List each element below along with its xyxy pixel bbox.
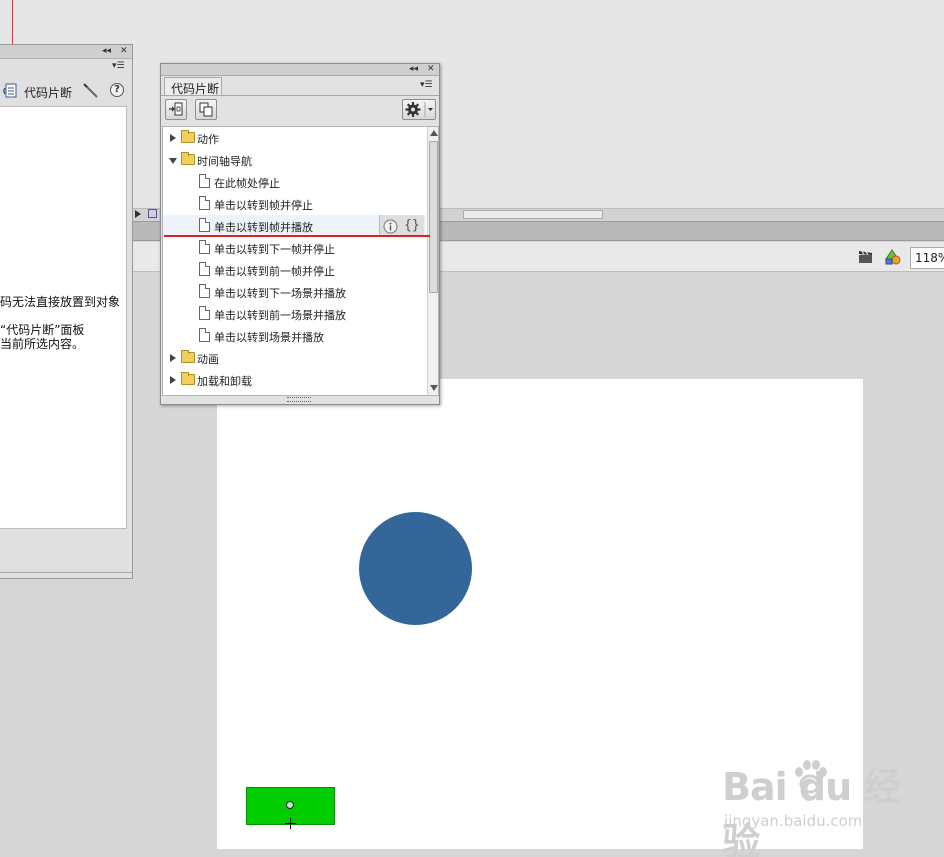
tree-item[interactable]: 单击以转到帧并停止	[163, 193, 426, 215]
snippet-label: 单击以转到下一场景并播放	[214, 287, 346, 300]
add-to-actions-icon	[169, 102, 183, 116]
tree-folder-timeline-nav[interactable]: 时间轴导航	[163, 149, 426, 171]
snippet-label: 单击以转到帧并停止	[214, 199, 313, 212]
paw-icon	[795, 760, 827, 794]
snippet-label: 单击以转到下一帧并停止	[214, 243, 335, 256]
braces-icon[interactable]: {}	[404, 218, 423, 235]
folder-icon	[181, 350, 195, 363]
snippet-doc-icon	[199, 306, 210, 320]
snippet-label: 单击以转到前一帧并停止	[214, 265, 335, 278]
snippet-doc-icon	[199, 240, 210, 254]
snippet-doc-icon	[199, 284, 210, 298]
snippet-doc-icon	[199, 218, 210, 232]
help-icon[interactable]: ?	[110, 83, 124, 97]
tree-item[interactable]: 在此帧处停止	[163, 171, 426, 193]
wand-icon[interactable]	[83, 83, 99, 99]
snippet-label: 单击以转到场景并播放	[214, 331, 324, 344]
collapse-arrow-icon[interactable]	[169, 158, 177, 164]
snippet-label: 单击以转到前一场景并播放	[214, 309, 346, 322]
actions-script-area[interactable]: 码无法直接放置到对象 “代码片断”面板 当前所选内容。	[0, 106, 127, 529]
snippet-label: 在此帧处停止	[214, 177, 280, 190]
folder-label: 动画	[197, 353, 219, 366]
copy-to-clipboard-button[interactable]	[195, 99, 217, 120]
timeline-scroll-thumb[interactable]	[463, 210, 603, 219]
resize-grip[interactable]	[287, 397, 311, 402]
panel-header[interactable]: ◂◂ ✕	[0, 45, 132, 59]
snippet-label: 单击以转到帧并播放	[214, 221, 313, 234]
scroll-up-arrow-icon[interactable]	[430, 130, 438, 136]
registration-point	[286, 801, 294, 809]
tree-item[interactable]: 单击以转到前一帧并停止	[163, 259, 426, 281]
tree-item[interactable]: 单击以转到场景并播放	[163, 325, 426, 347]
info-icon[interactable]	[383, 219, 398, 234]
timeline-area	[0, 0, 944, 220]
tree-item[interactable]: 单击以转到下一场景并播放	[163, 281, 426, 303]
tree-folder-animation[interactable]: 动画	[163, 347, 426, 369]
play-icon[interactable]	[135, 210, 141, 218]
gear-icon	[405, 102, 433, 117]
panel-menu-icon[interactable]: ▾☰	[420, 80, 433, 90]
panel-menu-icon[interactable]: ▾☰	[112, 61, 125, 71]
scroll-down-arrow-icon[interactable]	[430, 385, 438, 391]
copy-icon	[199, 102, 213, 117]
close-icon[interactable]: ✕	[120, 46, 128, 57]
clapper-icon[interactable]	[858, 250, 874, 264]
folder-label: 时间轴导航	[197, 155, 252, 168]
layer-icon[interactable]	[148, 209, 157, 218]
script-icon[interactable]	[3, 83, 17, 98]
tree-folder-actions[interactable]: 动作	[163, 127, 426, 149]
message-line-1: 码无法直接放置到对象	[0, 295, 121, 309]
actions-panel: ◂◂ ✕ ▾☰ 代码片断 ? 码无法直接放置到对象 “代码片断”面板 当前所选内…	[0, 44, 133, 579]
add-to-actions-button[interactable]	[165, 99, 187, 120]
left-toolbar: 代码片断 ?	[0, 77, 132, 103]
folder-open-icon	[181, 152, 195, 165]
watermark: Bai du 经验 jingyan.baidu.com	[722, 756, 902, 857]
code-snippets-tab[interactable]: 代码片断	[164, 77, 222, 96]
expand-arrow-icon[interactable]	[170, 376, 176, 384]
snippets-tree[interactable]: 动作 时间轴导航 在此帧处停止 单击以转到帧并停止 单击以转到帧并播放 {} 单…	[162, 126, 439, 396]
folder-label: 动作	[197, 133, 219, 146]
tree-item[interactable]: 单击以转到下一帧并停止	[163, 237, 426, 259]
tree-item[interactable]: 单击以转到前一场景并播放	[163, 303, 426, 325]
collapse-icon[interactable]: ◂◂	[102, 46, 111, 57]
expand-arrow-icon[interactable]	[170, 134, 176, 142]
row-actions: {}	[379, 215, 424, 237]
snippet-doc-icon	[199, 196, 210, 210]
close-icon[interactable]: ✕	[427, 64, 435, 75]
folder-label: 加载和卸载	[197, 375, 252, 388]
vertical-scrollbar[interactable]	[427, 127, 438, 395]
tree-folder-load-unload[interactable]: 加载和卸载	[163, 369, 426, 391]
collapse-icon[interactable]: ◂◂	[409, 64, 418, 75]
watermark-url: jingyan.baidu.com	[724, 812, 863, 830]
snippet-doc-icon	[199, 174, 210, 188]
folder-icon	[181, 130, 195, 143]
folder-icon	[181, 372, 195, 385]
red-guide-line	[12, 0, 13, 46]
tree-item-hovered[interactable]: 单击以转到帧并播放 {}	[163, 215, 426, 237]
snippet-doc-icon	[199, 262, 210, 276]
panel-bottom-border	[0, 572, 132, 573]
edit-symbols-icon[interactable]	[884, 249, 902, 265]
zoom-field[interactable]: 118%	[910, 247, 944, 269]
scroll-thumb[interactable]	[429, 141, 438, 293]
red-underline-annotation	[164, 235, 430, 237]
options-menu-button[interactable]	[402, 99, 436, 120]
message-line-3: 当前所选内容。	[0, 337, 85, 351]
code-snippets-panel: ◂◂ ✕ 代码片断 ▾☰ 动作 时间轴导航 在此帧处停止 单击以转到帧并停止 单…	[160, 63, 440, 405]
panel-header[interactable]: ◂◂ ✕	[161, 64, 439, 76]
expand-arrow-icon[interactable]	[170, 354, 176, 362]
blue-circle-shape[interactable]	[359, 512, 472, 625]
code-snippets-tab[interactable]: 代码片断	[24, 84, 72, 101]
snippets-toolbar	[161, 96, 439, 124]
snippet-doc-icon	[199, 328, 210, 342]
cursor-crosshair	[285, 818, 296, 829]
